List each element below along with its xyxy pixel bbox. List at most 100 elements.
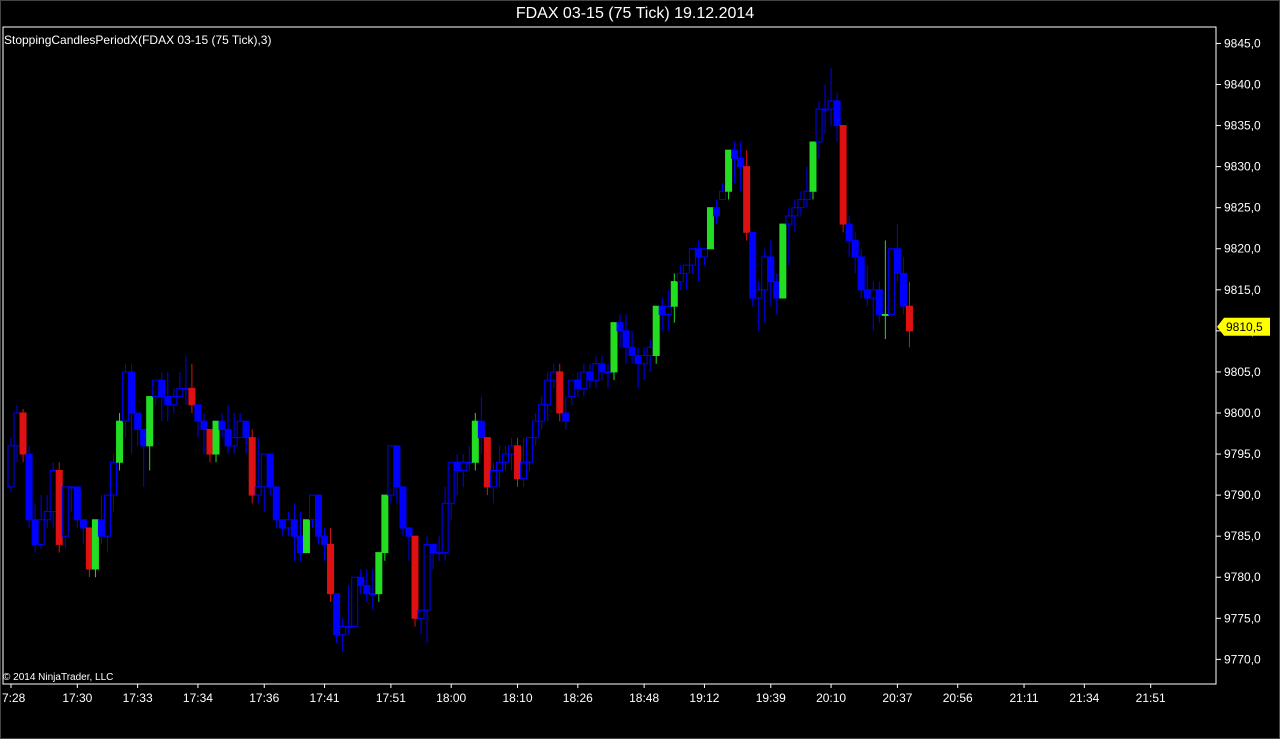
candle-body — [79, 519, 87, 529]
candle-body — [905, 305, 913, 332]
y-tick-label: 9790,0 — [1224, 488, 1261, 502]
candle-body — [610, 322, 618, 373]
candle-body — [592, 363, 600, 381]
candle-body — [568, 379, 576, 398]
candle-body — [863, 289, 871, 299]
candle-body — [176, 387, 184, 398]
x-tick-label: 21:11 — [1009, 691, 1038, 705]
candle-body — [91, 519, 99, 570]
candle-body — [110, 461, 118, 496]
candle-body — [538, 404, 546, 422]
x-tick-label: 18:26 — [563, 691, 593, 705]
candle-body — [453, 461, 461, 471]
candle-body — [321, 535, 329, 545]
candle-body — [887, 248, 895, 315]
candle-body — [188, 387, 196, 406]
candle-body — [719, 190, 727, 200]
candle-body — [700, 248, 708, 258]
candle-body — [857, 256, 865, 291]
candle-body — [85, 527, 93, 570]
candle-body — [441, 502, 449, 554]
candle-body — [357, 576, 365, 586]
x-tick-label: 20:56 — [943, 691, 973, 705]
candle-body — [501, 453, 509, 463]
candle-body — [140, 428, 148, 447]
candle-body — [791, 207, 799, 217]
chart-canvas[interactable]: StoppingCandlesPeriodX(FDAX 03-15 (75 Ti… — [0, 0, 1280, 739]
candle-body — [242, 420, 250, 439]
candle-body — [495, 461, 503, 471]
candle-body — [731, 149, 739, 159]
x-tick-label: 17:41 — [310, 691, 340, 705]
x-tick-label: 19:39 — [756, 691, 786, 705]
candle-body — [254, 486, 262, 496]
candles-layer — [7, 68, 913, 652]
candle-body — [278, 519, 286, 529]
candle-body — [483, 437, 491, 488]
candle-body — [266, 453, 274, 488]
candle-body — [260, 453, 268, 488]
candle-body — [333, 593, 341, 636]
candle-body — [417, 609, 425, 619]
candle-body — [881, 313, 889, 316]
copyright-text: © 2014 NinjaTrader, LLC — [3, 672, 113, 683]
y-tick-label: 9825,0 — [1224, 201, 1261, 215]
candle-body — [893, 248, 901, 274]
candle-body — [743, 166, 751, 233]
x-tick-label: 21:51 — [1136, 691, 1166, 705]
candle-body — [815, 108, 823, 143]
candle-body — [797, 198, 805, 209]
x-tick-label: 17:36 — [249, 691, 279, 705]
candle-body — [97, 519, 105, 537]
candle-body — [803, 190, 811, 200]
candle-body — [646, 346, 654, 357]
x-tick-label: 20:37 — [882, 691, 912, 705]
candle-body — [206, 428, 214, 455]
candle-body — [688, 248, 696, 266]
candle-body — [67, 486, 75, 489]
candle-body — [471, 420, 479, 463]
candle-body — [200, 420, 208, 430]
candle-body — [875, 289, 883, 315]
candle-body — [459, 461, 467, 471]
candle-body — [616, 322, 624, 332]
x-tick-label: 17:33 — [123, 691, 153, 705]
y-tick-label: 9780,0 — [1224, 570, 1261, 584]
candle-body — [146, 396, 154, 447]
x-tick-label: 20:10 — [816, 691, 846, 705]
candle-body — [767, 256, 775, 283]
candle-body — [713, 207, 721, 217]
indicator-label: StoppingCandlesPeriodX(FDAX 03-15 (75 Ti… — [4, 33, 271, 47]
candle-body — [598, 363, 606, 373]
current-price-label: 9810,5 — [1226, 320, 1263, 334]
candle-body — [785, 215, 793, 225]
candle-body — [31, 519, 39, 545]
candle-body — [375, 552, 383, 595]
candle-body — [37, 519, 45, 545]
candle-body — [544, 379, 552, 406]
y-tick-label: 9800,0 — [1224, 406, 1261, 420]
candle-body — [399, 486, 407, 529]
candle-body — [899, 272, 907, 307]
x-tick-label: 18:48 — [629, 691, 659, 705]
x-tick-label: 19:12 — [689, 691, 719, 705]
candle-body — [755, 289, 763, 299]
candle-body — [514, 445, 522, 480]
y-tick-label: 9805,0 — [1224, 365, 1261, 379]
candle-body — [7, 445, 15, 488]
x-tick-label: 21:34 — [1069, 691, 1099, 705]
candle-body — [327, 543, 335, 595]
x-tick-label: 17:51 — [376, 691, 406, 705]
candle-body — [103, 494, 111, 537]
candle-body — [429, 543, 437, 554]
candle-body — [628, 346, 636, 357]
candle-body — [664, 305, 672, 315]
y-axis: 9845,0 9840,0 9835,0 9830,0 9825,0 9820,0 9815… — [1216, 36, 1261, 666]
candle-body — [339, 626, 347, 636]
candle-body — [652, 305, 660, 357]
candle-body — [296, 535, 304, 554]
candle-body — [749, 231, 757, 299]
candle-body — [634, 355, 642, 365]
y-tick-label: 9835,0 — [1224, 119, 1261, 133]
candle-body — [393, 445, 401, 488]
